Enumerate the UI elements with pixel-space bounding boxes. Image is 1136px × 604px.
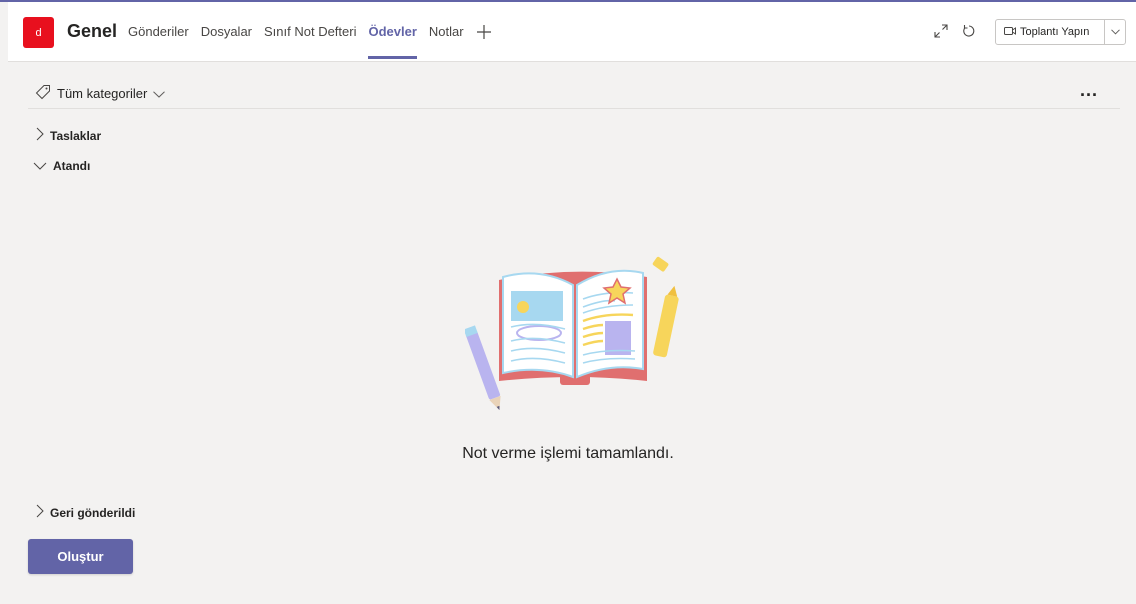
create-button[interactable]: Oluştur bbox=[28, 539, 133, 574]
team-avatar-letter: d bbox=[35, 26, 42, 39]
tab-assignments[interactable]: Ödevler bbox=[368, 2, 418, 61]
section-drafts-label: Taslaklar bbox=[50, 128, 102, 143]
section-drafts[interactable]: Taslaklar bbox=[36, 127, 101, 144]
tab-bar: Gönderiler Dosyalar Sınıf Not Defteri Öd… bbox=[128, 2, 492, 61]
chevron-down-icon[interactable] bbox=[1105, 20, 1125, 44]
chevron-down-icon bbox=[153, 86, 171, 101]
category-filter-label: Tüm kategoriler bbox=[57, 86, 148, 101]
category-filter[interactable]: Tüm kategoriler bbox=[35, 84, 171, 103]
section-returned-label: Geri gönderildi bbox=[50, 505, 136, 520]
more-options-button[interactable]: ... bbox=[1080, 80, 1098, 101]
expand-icon[interactable] bbox=[932, 22, 950, 40]
tab-class-notebook[interactable]: Sınıf Not Defteri bbox=[264, 2, 356, 61]
team-avatar[interactable]: d bbox=[23, 17, 54, 48]
plus-icon[interactable] bbox=[476, 2, 492, 61]
channel-header: d Genel Gönderiler Dosyalar Sınıf Not De… bbox=[8, 2, 1136, 62]
section-assigned-label: Atandı bbox=[53, 159, 91, 173]
open-book-illustration bbox=[463, 255, 685, 411]
section-returned[interactable]: Geri gönderildi bbox=[36, 504, 135, 521]
refresh-icon[interactable] bbox=[960, 22, 978, 40]
meet-now-split-button: Toplantı Yapın bbox=[995, 19, 1126, 45]
tab-grades[interactable]: Notlar bbox=[429, 2, 464, 61]
section-assigned[interactable]: Atandı bbox=[33, 159, 90, 173]
chevron-down-icon bbox=[33, 159, 53, 173]
meet-now-label: Toplantı Yapın bbox=[1020, 26, 1090, 38]
chevron-right-icon bbox=[36, 504, 50, 521]
chevron-right-icon bbox=[36, 127, 50, 144]
empty-state-message: Not verme işlemi tamamlandı. bbox=[462, 445, 674, 462]
video-camera-icon bbox=[1004, 26, 1016, 39]
filter-bar: Tüm kategoriler ... bbox=[28, 80, 1120, 109]
channel-name: Genel bbox=[67, 21, 118, 41]
tab-files[interactable]: Dosyalar bbox=[201, 2, 252, 61]
tab-posts[interactable]: Gönderiler bbox=[128, 2, 189, 61]
tag-icon bbox=[35, 84, 57, 103]
meet-now-button[interactable]: Toplantı Yapın bbox=[996, 20, 1105, 44]
